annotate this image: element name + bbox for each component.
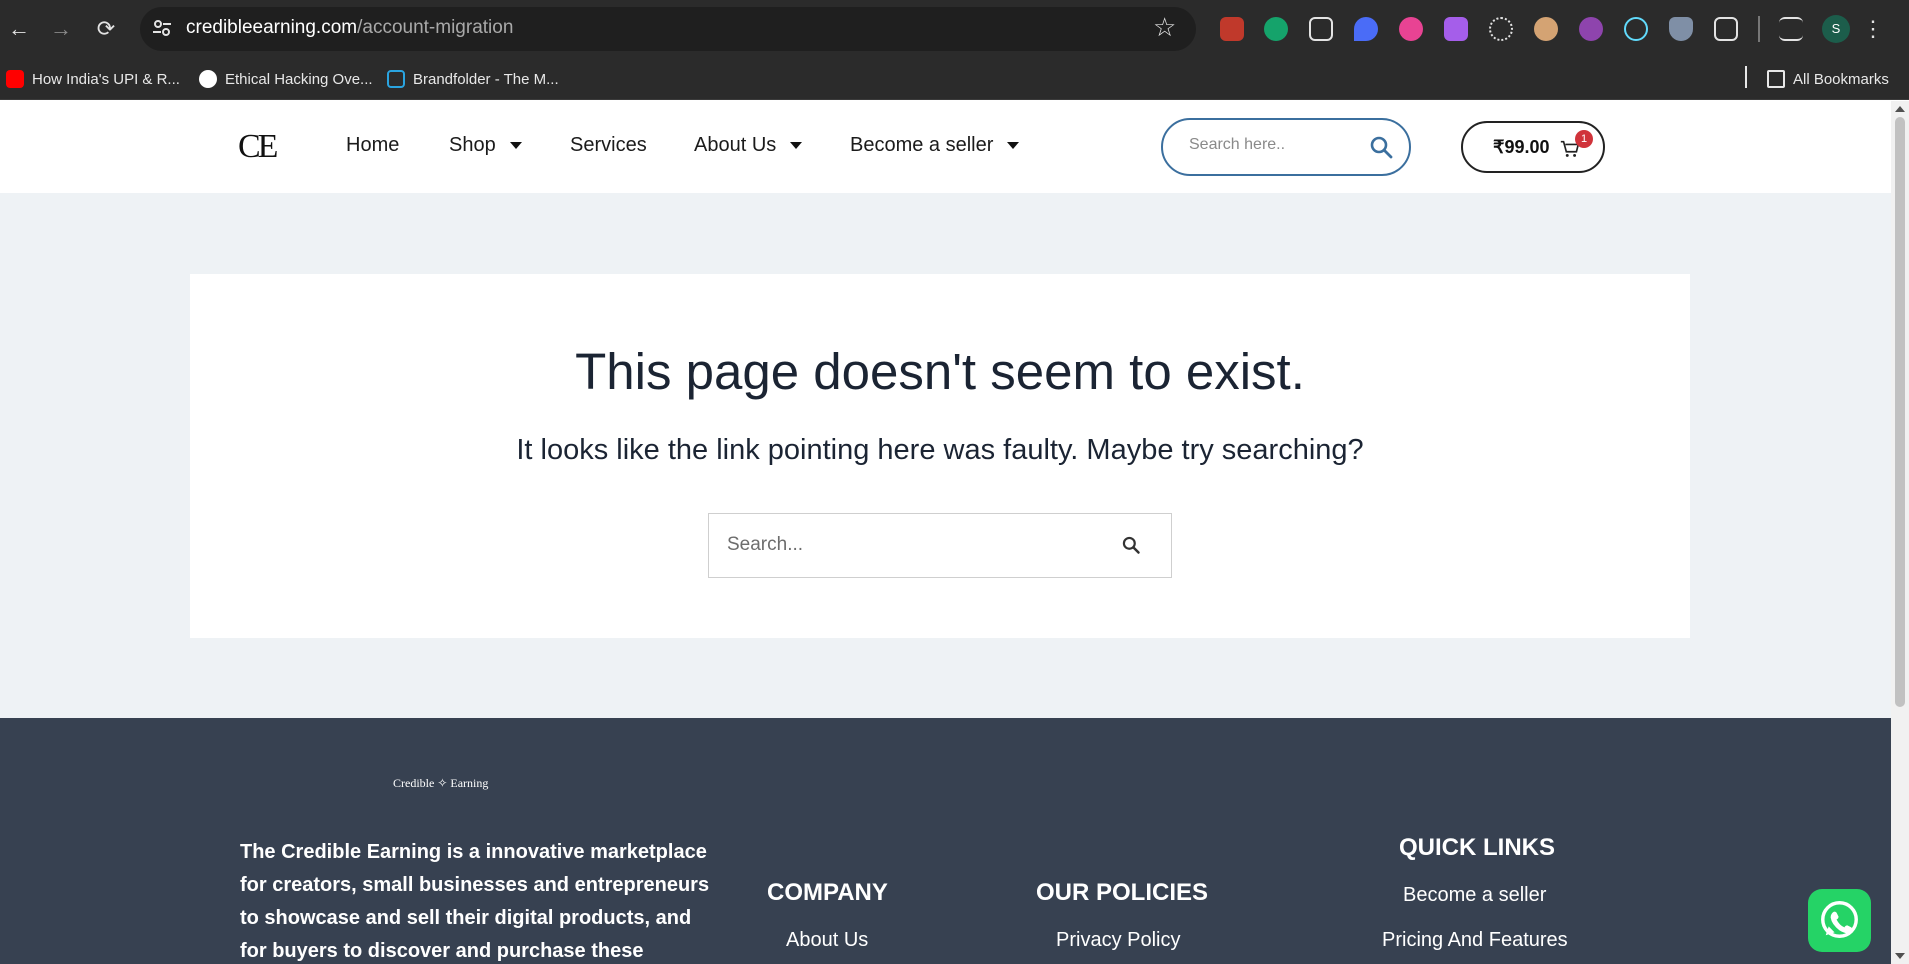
react-devtools-icon[interactable] — [1624, 17, 1648, 41]
profile-avatar[interactable]: S — [1822, 15, 1850, 43]
not-found-card: This page doesn't seem to exist. It look… — [190, 274, 1690, 638]
toolbar-divider — [1758, 16, 1760, 42]
nav-services[interactable]: Services — [570, 134, 647, 157]
all-bookmarks-label: All Bookmarks — [1793, 70, 1889, 88]
site-logo[interactable]: CE — [238, 128, 278, 166]
footer-link-about-us[interactable]: About Us — [786, 929, 868, 952]
bookmark-star-icon[interactable]: ☆ — [1153, 12, 1176, 43]
back-arrow-icon[interactable]: ← — [4, 14, 34, 44]
nav-label: About Us — [694, 134, 777, 156]
nav-home[interactable]: Home — [346, 134, 399, 157]
bookmark-label: Ethical Hacking Ove... — [225, 70, 373, 88]
bookmark-upi[interactable]: How India's UPI & R... — [6, 68, 180, 90]
folder-icon — [1767, 70, 1785, 88]
youtube-icon — [6, 70, 24, 88]
nav-label: Home — [346, 134, 400, 156]
bookmark-brandfolder[interactable]: Brandfolder - The M... — [387, 68, 559, 90]
search-icon[interactable] — [1121, 535, 1141, 555]
site-footer: Credible ✧ Earning The Credible Earning … — [0, 718, 1891, 964]
scroll-down-arrow-icon[interactable] — [1895, 953, 1905, 959]
purple-extension-icon[interactable] — [1444, 17, 1468, 41]
globe-extension-icon[interactable] — [1579, 17, 1603, 41]
loader-extension-icon[interactable] — [1489, 17, 1513, 41]
body-search-input[interactable] — [727, 534, 1107, 556]
site-info-icon[interactable] — [150, 16, 174, 40]
search-icon[interactable] — [1369, 135, 1393, 159]
header-search-input[interactable] — [1189, 136, 1369, 154]
caret-down-icon — [790, 142, 803, 149]
extensions-puzzle-icon[interactable] — [1714, 17, 1738, 41]
browser-toolbar: ← → ⟳ credibleearning.com/account-migrat… — [0, 0, 1909, 58]
bookmarks-bar: How India's UPI & R... Ethical Hacking O… — [0, 58, 1909, 100]
caret-down-icon — [509, 142, 522, 149]
nav-label: Shop — [449, 134, 496, 156]
bookmark-label: How India's UPI & R... — [32, 70, 180, 88]
all-bookmarks[interactable]: All Bookmarks — [1767, 68, 1889, 90]
footer-quick-links-heading: QUICK LINKS — [1399, 834, 1555, 861]
scrollbar-thumb[interactable] — [1895, 117, 1905, 707]
cart-button[interactable]: ₹99.00 1 — [1461, 121, 1605, 173]
nav-label: Become a seller — [850, 134, 994, 156]
nav-become-seller[interactable]: Become a seller — [850, 134, 1020, 157]
reload-icon[interactable]: ⟳ — [91, 14, 121, 44]
body-search — [708, 513, 1172, 578]
footer-company-heading: COMPANY — [767, 879, 888, 906]
whatsapp-icon — [1821, 901, 1858, 938]
window-extension-icon[interactable] — [1309, 17, 1333, 41]
url-text[interactable]: credibleearning.com/account-migration — [186, 17, 513, 39]
drop-extension-icon[interactable] — [1354, 17, 1378, 41]
url-domain: credibleearning.com — [186, 17, 358, 38]
footer-logo: Credible ✧ Earning — [393, 776, 489, 790]
caret-down-icon — [1007, 142, 1020, 149]
reading-list-icon[interactable] — [1779, 17, 1803, 41]
page-scrollbar[interactable] — [1891, 101, 1909, 964]
color-wheel-icon[interactable] — [1399, 17, 1423, 41]
cookie-icon[interactable] — [1534, 17, 1558, 41]
forward-arrow-icon[interactable]: → — [46, 14, 76, 44]
shield-extension-icon[interactable] — [1669, 17, 1693, 41]
header-search — [1161, 118, 1411, 176]
grammarly-icon[interactable] — [1264, 17, 1288, 41]
footer-policies-heading: OUR POLICIES — [1036, 879, 1209, 906]
bookmarks-divider — [1745, 66, 1747, 88]
extension-x-icon[interactable] — [1220, 17, 1244, 41]
nav-about-us[interactable]: About Us — [694, 134, 803, 157]
menu-kebab-icon[interactable]: ⋮ — [1862, 14, 1884, 44]
nav-shop[interactable]: Shop — [449, 134, 522, 157]
nav-label: Services — [570, 134, 647, 156]
footer-link-pricing-features[interactable]: Pricing And Features — [1382, 929, 1568, 952]
site-header: CE Home Shop Services About Us Become a … — [0, 101, 1891, 193]
cart-count-badge: 1 — [1575, 130, 1593, 148]
bookmark-label: Brandfolder - The M... — [413, 70, 559, 88]
openai-icon — [199, 70, 217, 88]
footer-description: The Credible Earning is a innovative mar… — [240, 841, 710, 962]
url-path: /account-migration — [357, 17, 514, 38]
page-subtitle: It looks like the link pointing here was… — [516, 434, 1364, 466]
bookmark-ethical-hacking[interactable]: Ethical Hacking Ove... — [199, 68, 373, 90]
footer-link-privacy-policy[interactable]: Privacy Policy — [1056, 929, 1180, 952]
cart-price: ₹99.00 — [1493, 137, 1550, 157]
page-title: This page doesn't seem to exist. — [575, 343, 1305, 400]
scroll-up-arrow-icon[interactable] — [1895, 106, 1905, 112]
footer-link-become-seller[interactable]: Become a seller — [1403, 884, 1546, 907]
whatsapp-chat-button[interactable] — [1808, 889, 1871, 952]
brandfolder-icon — [387, 70, 405, 88]
